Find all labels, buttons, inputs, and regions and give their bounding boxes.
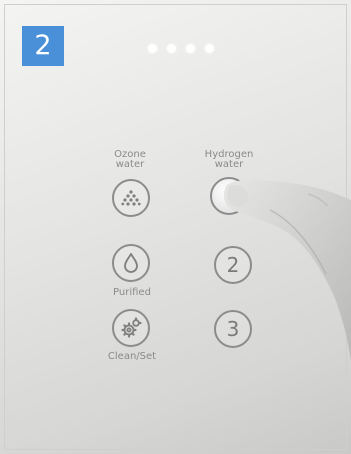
hydrogen-water-label: Hydrogen water bbox=[200, 150, 258, 170]
indicator-dot bbox=[186, 44, 195, 53]
ozone-water-label: Ozone water bbox=[105, 150, 155, 170]
purified-label: Purified bbox=[113, 287, 151, 298]
droplets-triangle-icon bbox=[121, 190, 141, 206]
indicator-dot bbox=[148, 44, 157, 53]
ozone-label-line2: water bbox=[115, 159, 145, 170]
indicator-dot bbox=[205, 44, 214, 53]
purified-button[interactable] bbox=[112, 244, 150, 282]
ozone-water-button[interactable] bbox=[112, 179, 150, 217]
clean-set-label: Clean/Set bbox=[107, 351, 157, 362]
water-drop-icon bbox=[124, 253, 138, 273]
control-panel-photo: 2 Ozone water Hydrogen water Purified 2 … bbox=[0, 0, 351, 454]
clean-set-button[interactable] bbox=[112, 309, 150, 347]
finger-image bbox=[223, 180, 351, 360]
indicator-dots bbox=[148, 44, 214, 54]
indicator-dot bbox=[167, 44, 176, 53]
hydrogen-label-line2: water bbox=[214, 159, 244, 170]
gears-icon bbox=[121, 317, 142, 338]
step-badge: 2 bbox=[22, 26, 64, 66]
